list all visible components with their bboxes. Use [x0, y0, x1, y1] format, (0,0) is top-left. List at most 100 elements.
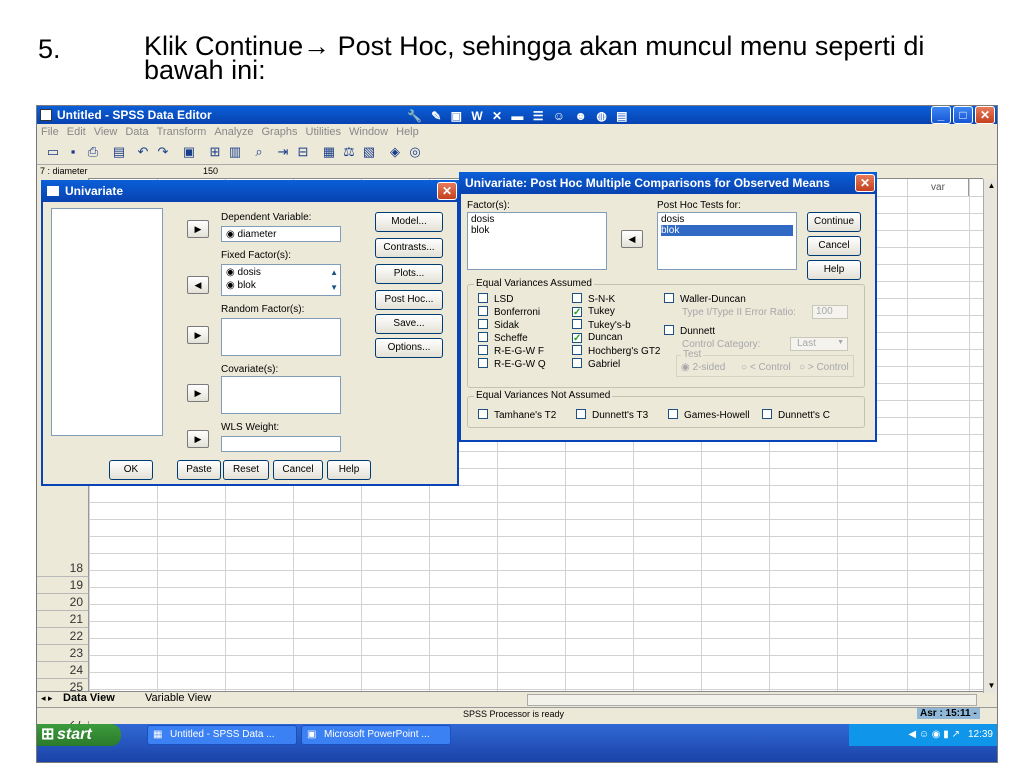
- split-file-icon[interactable]: ▦: [319, 142, 339, 162]
- row-header[interactable]: 22: [37, 628, 89, 645]
- cancel-button[interactable]: Cancel: [273, 460, 323, 480]
- vertical-scrollbar[interactable]: ▲ ▼: [983, 179, 997, 693]
- menu-file[interactable]: File: [41, 126, 59, 138]
- posthoc-test-checkbox[interactable]: R-E-G-W F: [478, 345, 544, 357]
- control-category-select[interactable]: Last ▼: [790, 337, 848, 351]
- waller-duncan-checkbox[interactable]: Waller-Duncan: [664, 293, 746, 305]
- row-header[interactable]: 21: [37, 611, 89, 628]
- start-button[interactable]: ⊞ start: [37, 724, 121, 746]
- menu-utilities[interactable]: Utilities: [306, 126, 341, 138]
- posthoc-test-checkbox[interactable]: Tukey's-b: [572, 319, 631, 331]
- covariate-list[interactable]: [221, 376, 341, 414]
- posthoc-test-checkbox[interactable]: ✓ Duncan: [572, 332, 622, 344]
- post-hoc-button[interactable]: Post Hoc...: [375, 290, 443, 310]
- less-control-radio[interactable]: ○ < Control: [741, 362, 791, 373]
- move-fixed-arrow-icon[interactable]: ◀: [187, 276, 209, 294]
- menu-analyze[interactable]: Analyze: [214, 126, 253, 138]
- posthoc-test-checkbox[interactable]: Sidak: [478, 319, 519, 331]
- list-scroll-up-icon[interactable]: ▲: [330, 266, 338, 279]
- posthoc-cancel-button[interactable]: Cancel: [807, 236, 861, 256]
- dunnett-c-checkbox[interactable]: Dunnett's C: [762, 409, 830, 421]
- task-powerpoint[interactable]: ▣ Microsoft PowerPoint ...: [301, 725, 451, 745]
- list-scroll-down-icon[interactable]: ▼: [330, 281, 338, 294]
- games-howell-checkbox[interactable]: Games-Howell: [668, 409, 750, 421]
- tab-scroll-icons[interactable]: ◂ ▸: [41, 693, 53, 704]
- dialog-recall-icon[interactable]: ▤: [109, 142, 129, 162]
- fixed-factor-item[interactable]: ◉ blok: [226, 279, 336, 292]
- posthoc-test-checkbox[interactable]: Scheffe: [478, 332, 528, 344]
- dependent-variable-field[interactable]: ◉ diameter: [221, 226, 341, 242]
- move-dependent-arrow-icon[interactable]: ▶: [187, 220, 209, 238]
- wls-weight-field[interactable]: [221, 436, 341, 452]
- type-ratio-field[interactable]: 100: [812, 305, 848, 319]
- menu-graphs[interactable]: Graphs: [261, 126, 297, 138]
- two-sided-radio[interactable]: ◉ 2-sided: [681, 362, 725, 373]
- save-icon[interactable]: ▪: [63, 142, 83, 162]
- dunnett-checkbox[interactable]: Dunnett: [664, 325, 715, 337]
- univariate-close-button[interactable]: ✕: [437, 182, 457, 200]
- undo-icon[interactable]: ↶: [133, 142, 153, 162]
- tests-for-item-selected[interactable]: blok: [661, 225, 793, 236]
- save-button[interactable]: Save...: [375, 314, 443, 334]
- move-covariate-arrow-icon[interactable]: ▶: [187, 384, 209, 402]
- use-sets-icon[interactable]: ◎: [405, 142, 425, 162]
- print-icon[interactable]: ⎙: [83, 142, 103, 162]
- minimize-button[interactable]: _: [931, 106, 951, 124]
- redo-icon[interactable]: ↷: [153, 142, 173, 162]
- move-wls-arrow-icon[interactable]: ▶: [187, 430, 209, 448]
- tests-for-item[interactable]: dosis: [661, 214, 793, 225]
- posthoc-test-checkbox[interactable]: Gabriel: [572, 358, 620, 370]
- goto-case-icon[interactable]: ⊞: [205, 142, 225, 162]
- model-button[interactable]: Model...: [375, 212, 443, 232]
- tamhane-checkbox[interactable]: Tamhane's T2: [478, 409, 556, 421]
- menu-window[interactable]: Window: [349, 126, 388, 138]
- menu-data[interactable]: Data: [125, 126, 148, 138]
- goto-chart-icon[interactable]: ▣: [179, 142, 199, 162]
- posthoc-test-checkbox[interactable]: ✓ Tukey: [572, 306, 615, 318]
- posthoc-test-checkbox[interactable]: S-N-K: [572, 293, 615, 305]
- maximize-button[interactable]: □: [953, 106, 973, 124]
- find-icon[interactable]: ⌕: [249, 142, 269, 162]
- row-header[interactable]: 23: [37, 645, 89, 662]
- contrasts-button[interactable]: Contrasts...: [375, 238, 443, 258]
- value-labels-icon[interactable]: ◈: [385, 142, 405, 162]
- menu-help[interactable]: Help: [396, 126, 419, 138]
- menu-view[interactable]: View: [94, 126, 118, 138]
- factor-item[interactable]: blok: [471, 225, 603, 236]
- posthoc-test-checkbox[interactable]: R-E-G-W Q: [478, 358, 546, 370]
- row-header[interactable]: 18: [37, 560, 89, 577]
- menu-edit[interactable]: Edit: [67, 126, 86, 138]
- options-button[interactable]: Options...: [375, 338, 443, 358]
- posthoc-test-checkbox[interactable]: Hochberg's GT2: [572, 345, 661, 357]
- source-variable-list[interactable]: [51, 208, 163, 436]
- row-header[interactable]: 20: [37, 594, 89, 611]
- tray-icons[interactable]: ◀ ☺ ◉ ▮ ↗: [908, 729, 960, 740]
- select-cases-icon[interactable]: ▧: [359, 142, 379, 162]
- help-button[interactable]: Help: [327, 460, 371, 480]
- dunnett-t3-checkbox[interactable]: Dunnett's T3: [576, 409, 648, 421]
- tests-for-list[interactable]: dosis blok: [657, 212, 797, 270]
- posthoc-test-checkbox[interactable]: LSD: [478, 293, 513, 305]
- ok-button[interactable]: OK: [109, 460, 153, 480]
- tab-variable-view[interactable]: Variable View: [145, 692, 211, 704]
- continue-button[interactable]: Continue: [807, 212, 861, 232]
- post-hoc-close-button[interactable]: ✕: [855, 174, 875, 192]
- posthoc-test-checkbox[interactable]: Bonferroni: [478, 306, 540, 318]
- horizontal-scrollbar[interactable]: [527, 694, 977, 706]
- move-factor-arrow-icon[interactable]: ◀: [621, 230, 643, 248]
- plots-button[interactable]: Plots...: [375, 264, 443, 284]
- row-header[interactable]: 24: [37, 662, 89, 679]
- fixed-factor-item[interactable]: ◉ dosis: [226, 266, 336, 279]
- close-button[interactable]: ✕: [975, 106, 995, 124]
- row-header[interactable]: 19: [37, 577, 89, 594]
- factors-list[interactable]: dosis blok: [467, 212, 607, 270]
- scroll-up-arrow-icon[interactable]: ▲: [984, 179, 997, 193]
- greater-control-radio[interactable]: ○ > Control: [799, 362, 849, 373]
- tab-data-view[interactable]: Data View: [63, 692, 115, 704]
- fixed-factor-list[interactable]: ◉ dosis ◉ blok ▲ ▼: [221, 264, 341, 296]
- reset-button[interactable]: Reset: [223, 460, 269, 480]
- random-factor-list[interactable]: [221, 318, 341, 356]
- factor-item[interactable]: dosis: [471, 214, 603, 225]
- open-icon[interactable]: ▭: [43, 142, 63, 162]
- paste-button[interactable]: Paste: [177, 460, 221, 480]
